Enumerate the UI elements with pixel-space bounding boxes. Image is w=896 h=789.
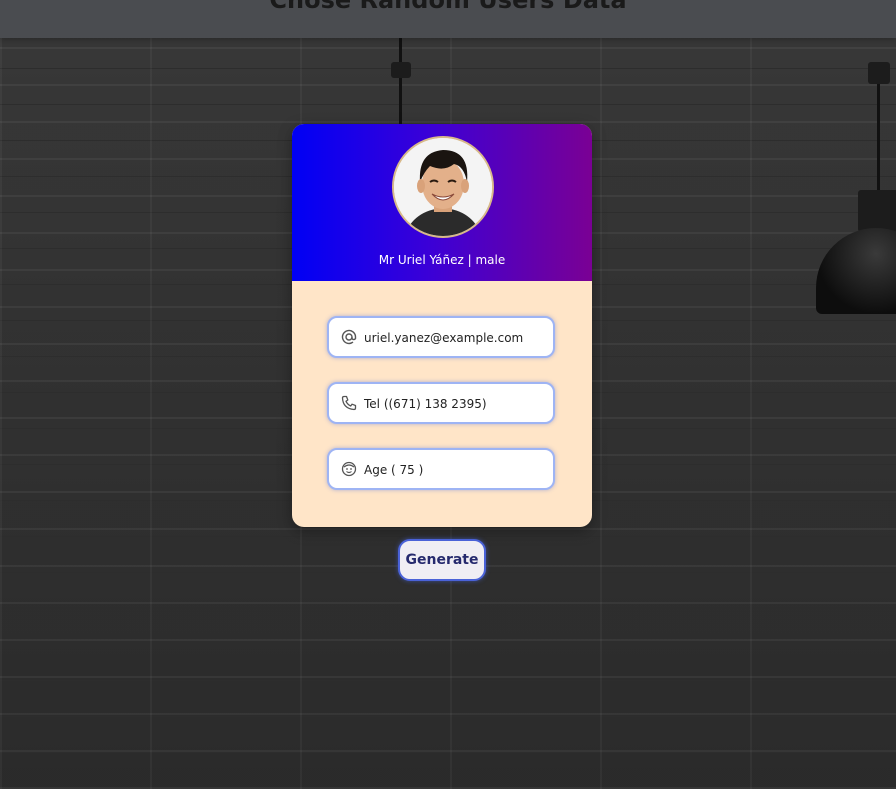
email-value: uriel.yanez@example.com xyxy=(364,331,524,345)
age-field: Age ( 75 ) xyxy=(327,448,555,490)
page-title: Chose Random Users Data xyxy=(269,0,627,14)
avatar-photo-icon xyxy=(394,138,492,236)
face-icon xyxy=(341,461,357,477)
phone-field: Tel ((671) 138 2395) xyxy=(327,382,555,424)
card-header: Mr Uriel Yáñez | male xyxy=(292,124,592,281)
user-name-gender: Mr Uriel Yáñez | male xyxy=(378,253,506,267)
at-sign-icon xyxy=(341,329,357,345)
user-card: Mr Uriel Yáñez | male uriel.yanez@exampl… xyxy=(292,124,592,527)
generate-button[interactable]: Generate xyxy=(398,539,486,581)
email-field: uriel.yanez@example.com xyxy=(327,316,555,358)
page: Chose Random Users Data Mr Uriel Yáñez |… xyxy=(0,0,896,789)
top-bar: Chose Random Users Data xyxy=(0,0,896,38)
phone-value: Tel ((671) 138 2395) xyxy=(364,397,487,411)
phone-icon xyxy=(341,395,357,411)
user-avatar xyxy=(392,136,494,238)
age-value: Age ( 75 ) xyxy=(364,463,424,477)
